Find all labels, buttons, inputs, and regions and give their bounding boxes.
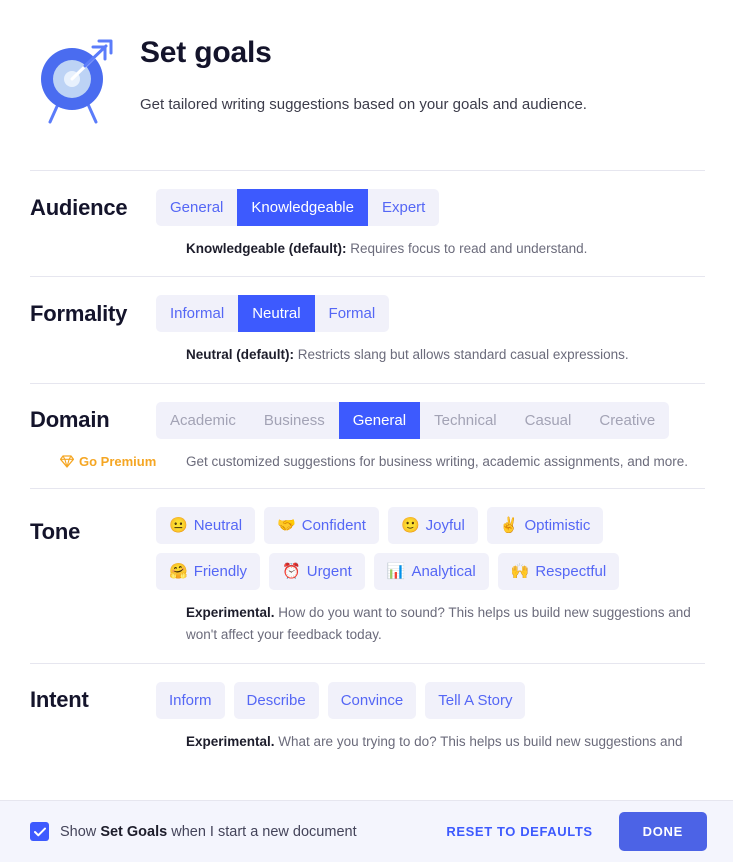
- intent-row: Intent Inform Describe Convince Tell A S…: [30, 664, 705, 719]
- intent-help-strong: Experimental.: [186, 733, 275, 749]
- section-domain: Domain Academic Business General Technic…: [0, 384, 733, 489]
- tone-label: Tone: [30, 519, 81, 545]
- tone-chip-confident[interactable]: 🤝 Confident: [264, 507, 379, 545]
- intent-help-body: What are you trying to do? This helps us…: [274, 733, 683, 749]
- done-button[interactable]: DONE: [618, 812, 707, 851]
- audience-controls: General Knowledgeable Expert: [156, 189, 705, 226]
- victory-hand-emoji: ✌️: [499, 517, 519, 535]
- tone-chip-respectful[interactable]: 🙌 Respectful: [497, 553, 620, 591]
- domain-option-technical[interactable]: Technical: [420, 402, 511, 439]
- neutral-face-emoji: 😐: [169, 517, 188, 535]
- page-title: Set goals: [140, 36, 272, 69]
- intent-chip-convince[interactable]: Convince: [327, 681, 417, 719]
- go-premium-link[interactable]: Go Premium: [60, 454, 186, 469]
- formality-controls: Informal Neutral Formal: [156, 295, 705, 333]
- section-formality: Formality Informal Neutral Formal Neutra…: [0, 277, 733, 382]
- hugging-face-emoji: 🤗: [169, 563, 188, 581]
- show-set-goals-checkbox-row[interactable]: Show Set Goals when I start a new docume…: [30, 822, 357, 841]
- intent-chip-group: Inform Describe Convince Tell A Story: [156, 681, 676, 719]
- go-premium-label: Go Premium: [79, 453, 157, 469]
- section-tone: Tone 😐 Neutral 🤝 Confident 🙂 Joyful ✌️ Optim…: [0, 489, 733, 663]
- formality-option-neutral[interactable]: Neutral: [238, 295, 315, 333]
- formality-option-formal[interactable]: Formal: [315, 295, 390, 332]
- bottom-action-bar: Show Set Goals when I start a new docume…: [0, 800, 733, 862]
- tone-chip-friendly[interactable]: 🤗 Friendly: [156, 553, 261, 591]
- tone-chip-label: Confident: [301, 517, 366, 535]
- audience-help-strong: Knowledgeable (default):: [186, 241, 347, 256]
- page-subtitle: Get tailored writing suggestions based o…: [140, 96, 587, 113]
- raising-hands-emoji: 🙌: [510, 563, 530, 581]
- tone-chip-label: Optimistic: [524, 517, 591, 535]
- alarm-clock-emoji: ⏰: [282, 563, 301, 581]
- tone-chip-analytical[interactable]: 📊 Analytical: [373, 553, 489, 591]
- intent-chip-inform[interactable]: Inform: [156, 681, 225, 719]
- tone-chip-joyful[interactable]: 🙂 Joyful: [387, 507, 478, 545]
- intent-controls: Inform Describe Convince Tell A Story: [156, 681, 705, 719]
- intent-chip-tell-a-story[interactable]: Tell A Story: [425, 681, 526, 719]
- intent-help-text: Experimental. What are you trying to do?…: [30, 719, 705, 769]
- domain-option-casual[interactable]: Casual: [511, 402, 586, 439]
- formality-help-strong: Neutral (default):: [186, 347, 294, 363]
- audience-row: Audience General Knowledgeable Expert: [30, 171, 705, 226]
- tone-chip-neutral[interactable]: 😐 Neutral: [156, 507, 256, 545]
- tone-chip-label: Analytical: [411, 563, 476, 581]
- checkbox-text-strong: Set Goals: [100, 823, 168, 840]
- domain-label: Domain: [30, 407, 110, 433]
- checkbox-text-after: when I start a new document: [167, 823, 357, 840]
- audience-segmented-control[interactable]: General Knowledgeable Expert: [156, 189, 440, 226]
- tone-chip-label: Respectful: [535, 563, 607, 581]
- tone-help-text: Experimental. How do you want to sound? …: [30, 590, 705, 663]
- tone-row: Tone 😐 Neutral 🤝 Confident 🙂 Joyful ✌️ Optim…: [30, 489, 705, 591]
- checkbox-text-before: Show: [60, 823, 101, 840]
- dialog-header: Set goals Get tailored writing suggestio…: [0, 0, 733, 131]
- audience-option-general[interactable]: General: [156, 189, 237, 226]
- target-with-arrow-icon: [30, 26, 134, 131]
- intent-label: Intent: [30, 687, 89, 713]
- bar-chart-emoji: 📊: [386, 563, 406, 581]
- audience-label: Audience: [30, 194, 128, 220]
- tone-chip-label: Urgent: [306, 563, 352, 581]
- formality-label: Formality: [30, 300, 128, 326]
- header-text-block: Set goals Get tailored writing suggestio…: [134, 26, 587, 113]
- audience-option-expert[interactable]: Expert: [368, 189, 439, 226]
- domain-option-general[interactable]: General: [338, 401, 421, 439]
- tone-help-strong: Experimental.: [186, 605, 275, 621]
- domain-help-row: Go Premium Get customized suggestions fo…: [30, 439, 705, 489]
- tone-chip-label: Neutral: [193, 517, 243, 535]
- domain-option-business[interactable]: Business: [250, 402, 339, 439]
- domain-row: Domain Academic Business General Technic…: [30, 384, 705, 439]
- domain-segmented-control[interactable]: Academic Business General Technical Casu…: [156, 401, 670, 439]
- formality-segmented-control[interactable]: Informal Neutral Formal: [156, 295, 390, 333]
- tone-chip-optimistic[interactable]: ✌️ Optimistic: [486, 507, 604, 545]
- section-intent: Intent Inform Describe Convince Tell A S…: [0, 664, 733, 769]
- formality-row: Formality Informal Neutral Formal: [30, 277, 705, 333]
- domain-help-text: Get customized suggestions for business …: [186, 453, 688, 469]
- tone-chip-label: Friendly: [193, 563, 248, 581]
- audience-help-body: Requires focus to read and understand.: [346, 241, 588, 256]
- tone-chip-group: 😐 Neutral 🤝 Confident 🙂 Joyful ✌️ Optimistic…: [156, 507, 676, 591]
- tone-controls: 😐 Neutral 🤝 Confident 🙂 Joyful ✌️ Optimistic…: [156, 507, 705, 591]
- tone-chip-label: Joyful: [425, 517, 465, 535]
- audience-option-knowledgeable[interactable]: Knowledgeable: [237, 189, 368, 226]
- tone-chip-urgent[interactable]: ⏰ Urgent: [269, 553, 365, 591]
- domain-option-academic[interactable]: Academic: [156, 402, 250, 439]
- domain-option-creative[interactable]: Creative: [585, 402, 669, 439]
- show-set-goals-checkbox[interactable]: [30, 822, 49, 841]
- handshake-emoji: 🤝: [277, 517, 296, 535]
- formality-help-body: Restricts slang but allows standard casu…: [294, 347, 629, 363]
- intent-chip-describe[interactable]: Describe: [233, 681, 319, 719]
- domain-controls: Academic Business General Technical Casu…: [156, 401, 705, 439]
- formality-option-informal[interactable]: Informal: [156, 295, 238, 332]
- formality-help-text: Neutral (default): Restricts slang but a…: [30, 332, 705, 382]
- set-goals-dialog: Set goals Get tailored writing suggestio…: [0, 0, 733, 862]
- audience-help-text: Knowledgeable (default): Requires focus …: [30, 226, 705, 276]
- gem-icon: [60, 455, 74, 468]
- show-set-goals-label: Show Set Goals when I start a new docume…: [60, 824, 357, 840]
- slightly-smiling-face-emoji: 🙂: [400, 517, 420, 535]
- section-audience: Audience General Knowledgeable Expert Kn…: [0, 171, 733, 276]
- reset-to-defaults-button[interactable]: RESET TO DEFAULTS: [436, 816, 602, 847]
- check-icon: [33, 827, 46, 836]
